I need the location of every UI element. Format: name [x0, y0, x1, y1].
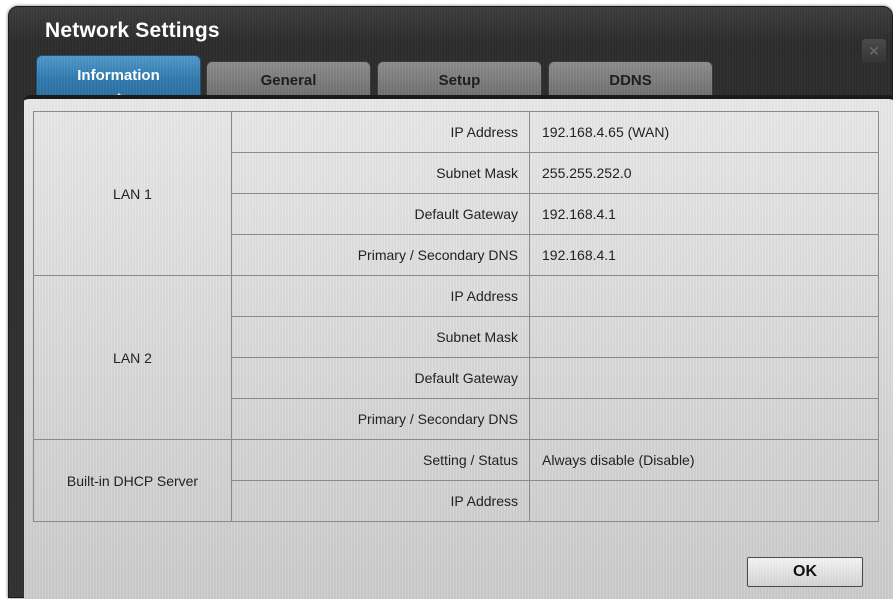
dhcp-setting-status-label: Setting / Status — [231, 439, 530, 481]
tab-information[interactable]: Information — [36, 55, 201, 99]
tab-ddns[interactable]: DDNS — [548, 61, 713, 99]
lan1-subnet-mask-label: Subnet Mask — [231, 152, 530, 194]
lan1-subnet-mask-value: 255.255.252.0 — [529, 152, 879, 194]
window-title: Network Settings — [45, 19, 220, 42]
lan2-default-gateway-label: Default Gateway — [231, 357, 530, 399]
lan1-default-gateway-value: 192.168.4.1 — [529, 193, 879, 235]
lan2-ip-address-value — [529, 275, 879, 317]
lan2-ip-address-label: IP Address — [231, 275, 530, 317]
lan2-subnet-mask-value — [529, 316, 879, 358]
table-row: LAN 1 IP Address 192.168.4.65 (WAN) — [33, 111, 879, 276]
lan2-default-gateway-value — [529, 357, 879, 399]
lan1-ip-address-value: 192.168.4.65 (WAN) — [529, 111, 879, 153]
lan2-subnet-mask-label: Subnet Mask — [231, 316, 530, 358]
network-info-table: LAN 1 IP Address 192.168.4.65 (WAN) Subn… — [33, 111, 879, 522]
lan1-dns-value: 192.168.4.1 — [529, 234, 879, 276]
lan2-group-label: LAN 2 — [33, 275, 232, 440]
dhcp-group-label: Built-in DHCP Server — [33, 439, 232, 522]
lan2-dns-value — [529, 398, 879, 440]
table-row: LAN 2 IP Address — [33, 275, 879, 440]
lan2-dns-label: Primary / Secondary DNS — [231, 398, 530, 440]
tab-bar: Information General Setup DDNS — [36, 55, 736, 99]
lan1-group-label: LAN 1 — [33, 111, 232, 276]
table-row: Built-in DHCP Server Setting / Status Al… — [33, 439, 879, 522]
information-panel: LAN 1 IP Address 192.168.4.65 (WAN) Subn… — [24, 95, 893, 599]
ok-button[interactable]: OK — [747, 557, 863, 587]
tab-general[interactable]: General — [206, 61, 371, 99]
dhcp-ip-address-value — [529, 480, 879, 522]
dhcp-setting-status-value: Always disable (Disable) — [529, 439, 879, 481]
dhcp-ip-address-label: IP Address — [231, 480, 530, 522]
lan1-default-gateway-label: Default Gateway — [231, 193, 530, 235]
network-settings-window: Network Settings ✕ Information General S… — [8, 6, 893, 599]
close-icon[interactable]: ✕ — [862, 39, 886, 63]
lan1-ip-address-label: IP Address — [231, 111, 530, 153]
lan1-dns-label: Primary / Secondary DNS — [231, 234, 530, 276]
tab-setup[interactable]: Setup — [377, 61, 542, 99]
